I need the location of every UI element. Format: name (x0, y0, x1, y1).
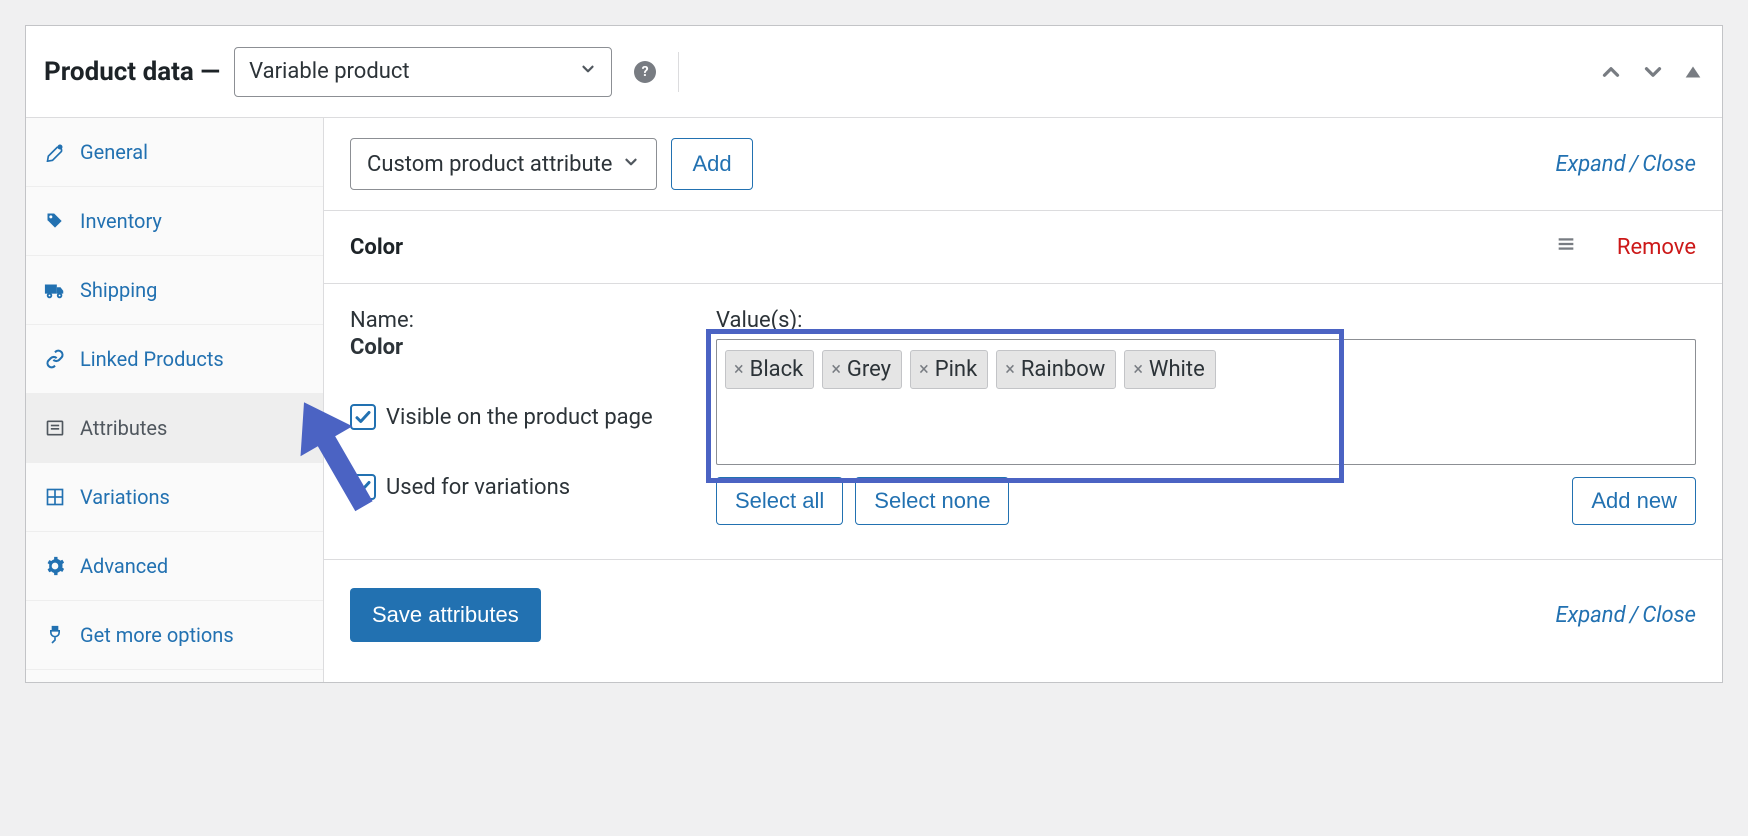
chevron-down-icon[interactable] (1640, 59, 1666, 85)
sidebar-item-label: Attributes (80, 416, 167, 440)
close-label: Close (1642, 152, 1696, 177)
add-attribute-button[interactable]: Add (671, 138, 752, 190)
chevron-down-icon (579, 59, 597, 84)
checkbox-checked-icon (350, 474, 376, 500)
truck-icon (44, 279, 66, 301)
value-tag[interactable]: × Rainbow (996, 350, 1116, 389)
add-new-value-button[interactable]: Add new (1572, 477, 1696, 525)
used-for-variations-label: Used for variations (386, 475, 570, 500)
attribute-name-label: Name: (350, 308, 696, 333)
sidebar-item-general[interactable]: General (26, 118, 323, 187)
triangle-up-icon[interactable] (1682, 61, 1704, 83)
grid-icon (44, 487, 66, 507)
visible-checkbox-row[interactable]: Visible on the product page (350, 404, 696, 430)
panel-header-actions (1598, 59, 1704, 85)
product-type-value: Variable product (249, 59, 409, 84)
sidebar-item-advanced[interactable]: Advanced (26, 532, 323, 601)
gear-icon (44, 556, 66, 576)
close-label: Close (1642, 603, 1696, 628)
sidebar-item-label: General (80, 140, 148, 164)
drag-handle-icon[interactable] (1555, 233, 1577, 261)
expand-close-toggle-bottom[interactable]: Expand/Close (1555, 603, 1696, 628)
panel-title: Product data — (44, 57, 220, 87)
plug-icon (44, 625, 66, 645)
sidebar-item-label: Get more options (80, 623, 234, 647)
slash-separator: / (1630, 603, 1639, 628)
expand-label: Expand (1555, 152, 1625, 177)
attribute-name-block: Name: Color (350, 308, 696, 360)
remove-tag-icon[interactable]: × (1133, 359, 1143, 380)
sidebar-item-attributes[interactable]: Attributes (26, 394, 323, 463)
value-tag-label: Grey (847, 357, 891, 382)
sidebar-item-get-more-options[interactable]: Get more options (26, 601, 323, 670)
value-tag-label: White (1149, 357, 1205, 382)
attribute-card-body: Name: Color Visible on the product page (324, 284, 1722, 560)
attribute-toolbar: Custom product attribute Add Expand/Clos… (324, 118, 1722, 210)
sidebar-item-variations[interactable]: Variations (26, 463, 323, 532)
attribute-name-value: Color (350, 335, 696, 360)
value-tag-label: Rainbow (1021, 357, 1105, 382)
wrench-icon (44, 142, 66, 162)
used-for-variations-checkbox-row[interactable]: Used for variations (350, 474, 696, 500)
separator (678, 52, 679, 92)
attribute-title: Color (350, 235, 403, 260)
help-icon[interactable]: ? (634, 61, 656, 83)
value-tag[interactable]: × Grey (822, 350, 902, 389)
save-attributes-button[interactable]: Save attributes (350, 588, 541, 642)
values-tag-input[interactable]: × Black × Grey × Pink × Rainbow × White (716, 339, 1696, 465)
remove-tag-icon[interactable]: × (831, 359, 841, 380)
value-tag[interactable]: × Pink (910, 350, 988, 389)
attribute-card-header[interactable]: Color Remove (324, 211, 1722, 284)
remove-tag-icon[interactable]: × (734, 359, 744, 380)
visible-label: Visible on the product page (386, 405, 653, 430)
expand-close-toggle[interactable]: Expand/Close (1555, 152, 1696, 177)
sidebar-item-label: Inventory (80, 209, 162, 233)
sidebar-item-label: Advanced (80, 554, 168, 578)
content: Custom product attribute Add Expand/Clos… (324, 118, 1722, 682)
tag-icon (44, 211, 66, 231)
product-data-panel: Product data — Variable product ? (25, 25, 1723, 683)
panel-body: General Inventory Shipping Linked Produc… (26, 118, 1722, 682)
product-type-select[interactable]: Variable product (234, 47, 612, 97)
remove-tag-icon[interactable]: × (1005, 359, 1015, 380)
slash-separator: / (1630, 152, 1639, 177)
checkbox-checked-icon (350, 404, 376, 430)
remove-tag-icon[interactable]: × (919, 359, 929, 380)
chevron-down-icon (622, 152, 640, 177)
attribute-right-column: Value(s): × Black × Grey × Pink × Rainbow × White… (716, 308, 1696, 525)
sidebar-item-label: Linked Products (80, 347, 224, 371)
sidebar-item-label: Variations (80, 485, 170, 509)
values-action-row: Select all Select none Add new (716, 477, 1696, 525)
save-row: Save attributes Expand/Close (324, 560, 1722, 682)
list-icon (44, 418, 66, 438)
sidebar-item-inventory[interactable]: Inventory (26, 187, 323, 256)
sidebar: General Inventory Shipping Linked Produc… (26, 118, 324, 682)
select-all-button[interactable]: Select all (716, 477, 843, 525)
expand-label: Expand (1555, 603, 1625, 628)
sidebar-item-linked-products[interactable]: Linked Products (26, 325, 323, 394)
link-icon (44, 349, 66, 369)
chevron-up-icon[interactable] (1598, 59, 1624, 85)
attribute-card: Color Remove Name: Color (324, 210, 1722, 560)
attribute-left-column: Name: Color Visible on the product page (350, 308, 696, 525)
value-tag[interactable]: × Black (725, 350, 814, 389)
value-tag[interactable]: × White (1124, 350, 1215, 389)
attribute-type-select[interactable]: Custom product attribute (350, 138, 657, 190)
value-tag-label: Pink (935, 357, 978, 382)
value-tag-label: Black (750, 357, 804, 382)
select-none-button[interactable]: Select none (855, 477, 1009, 525)
values-label: Value(s): (716, 308, 1696, 333)
panel-header: Product data — Variable product ? (26, 26, 1722, 118)
sidebar-item-shipping[interactable]: Shipping (26, 256, 323, 325)
attribute-type-value: Custom product attribute (367, 152, 612, 177)
sidebar-item-label: Shipping (80, 278, 157, 302)
remove-attribute-link[interactable]: Remove (1617, 235, 1696, 260)
